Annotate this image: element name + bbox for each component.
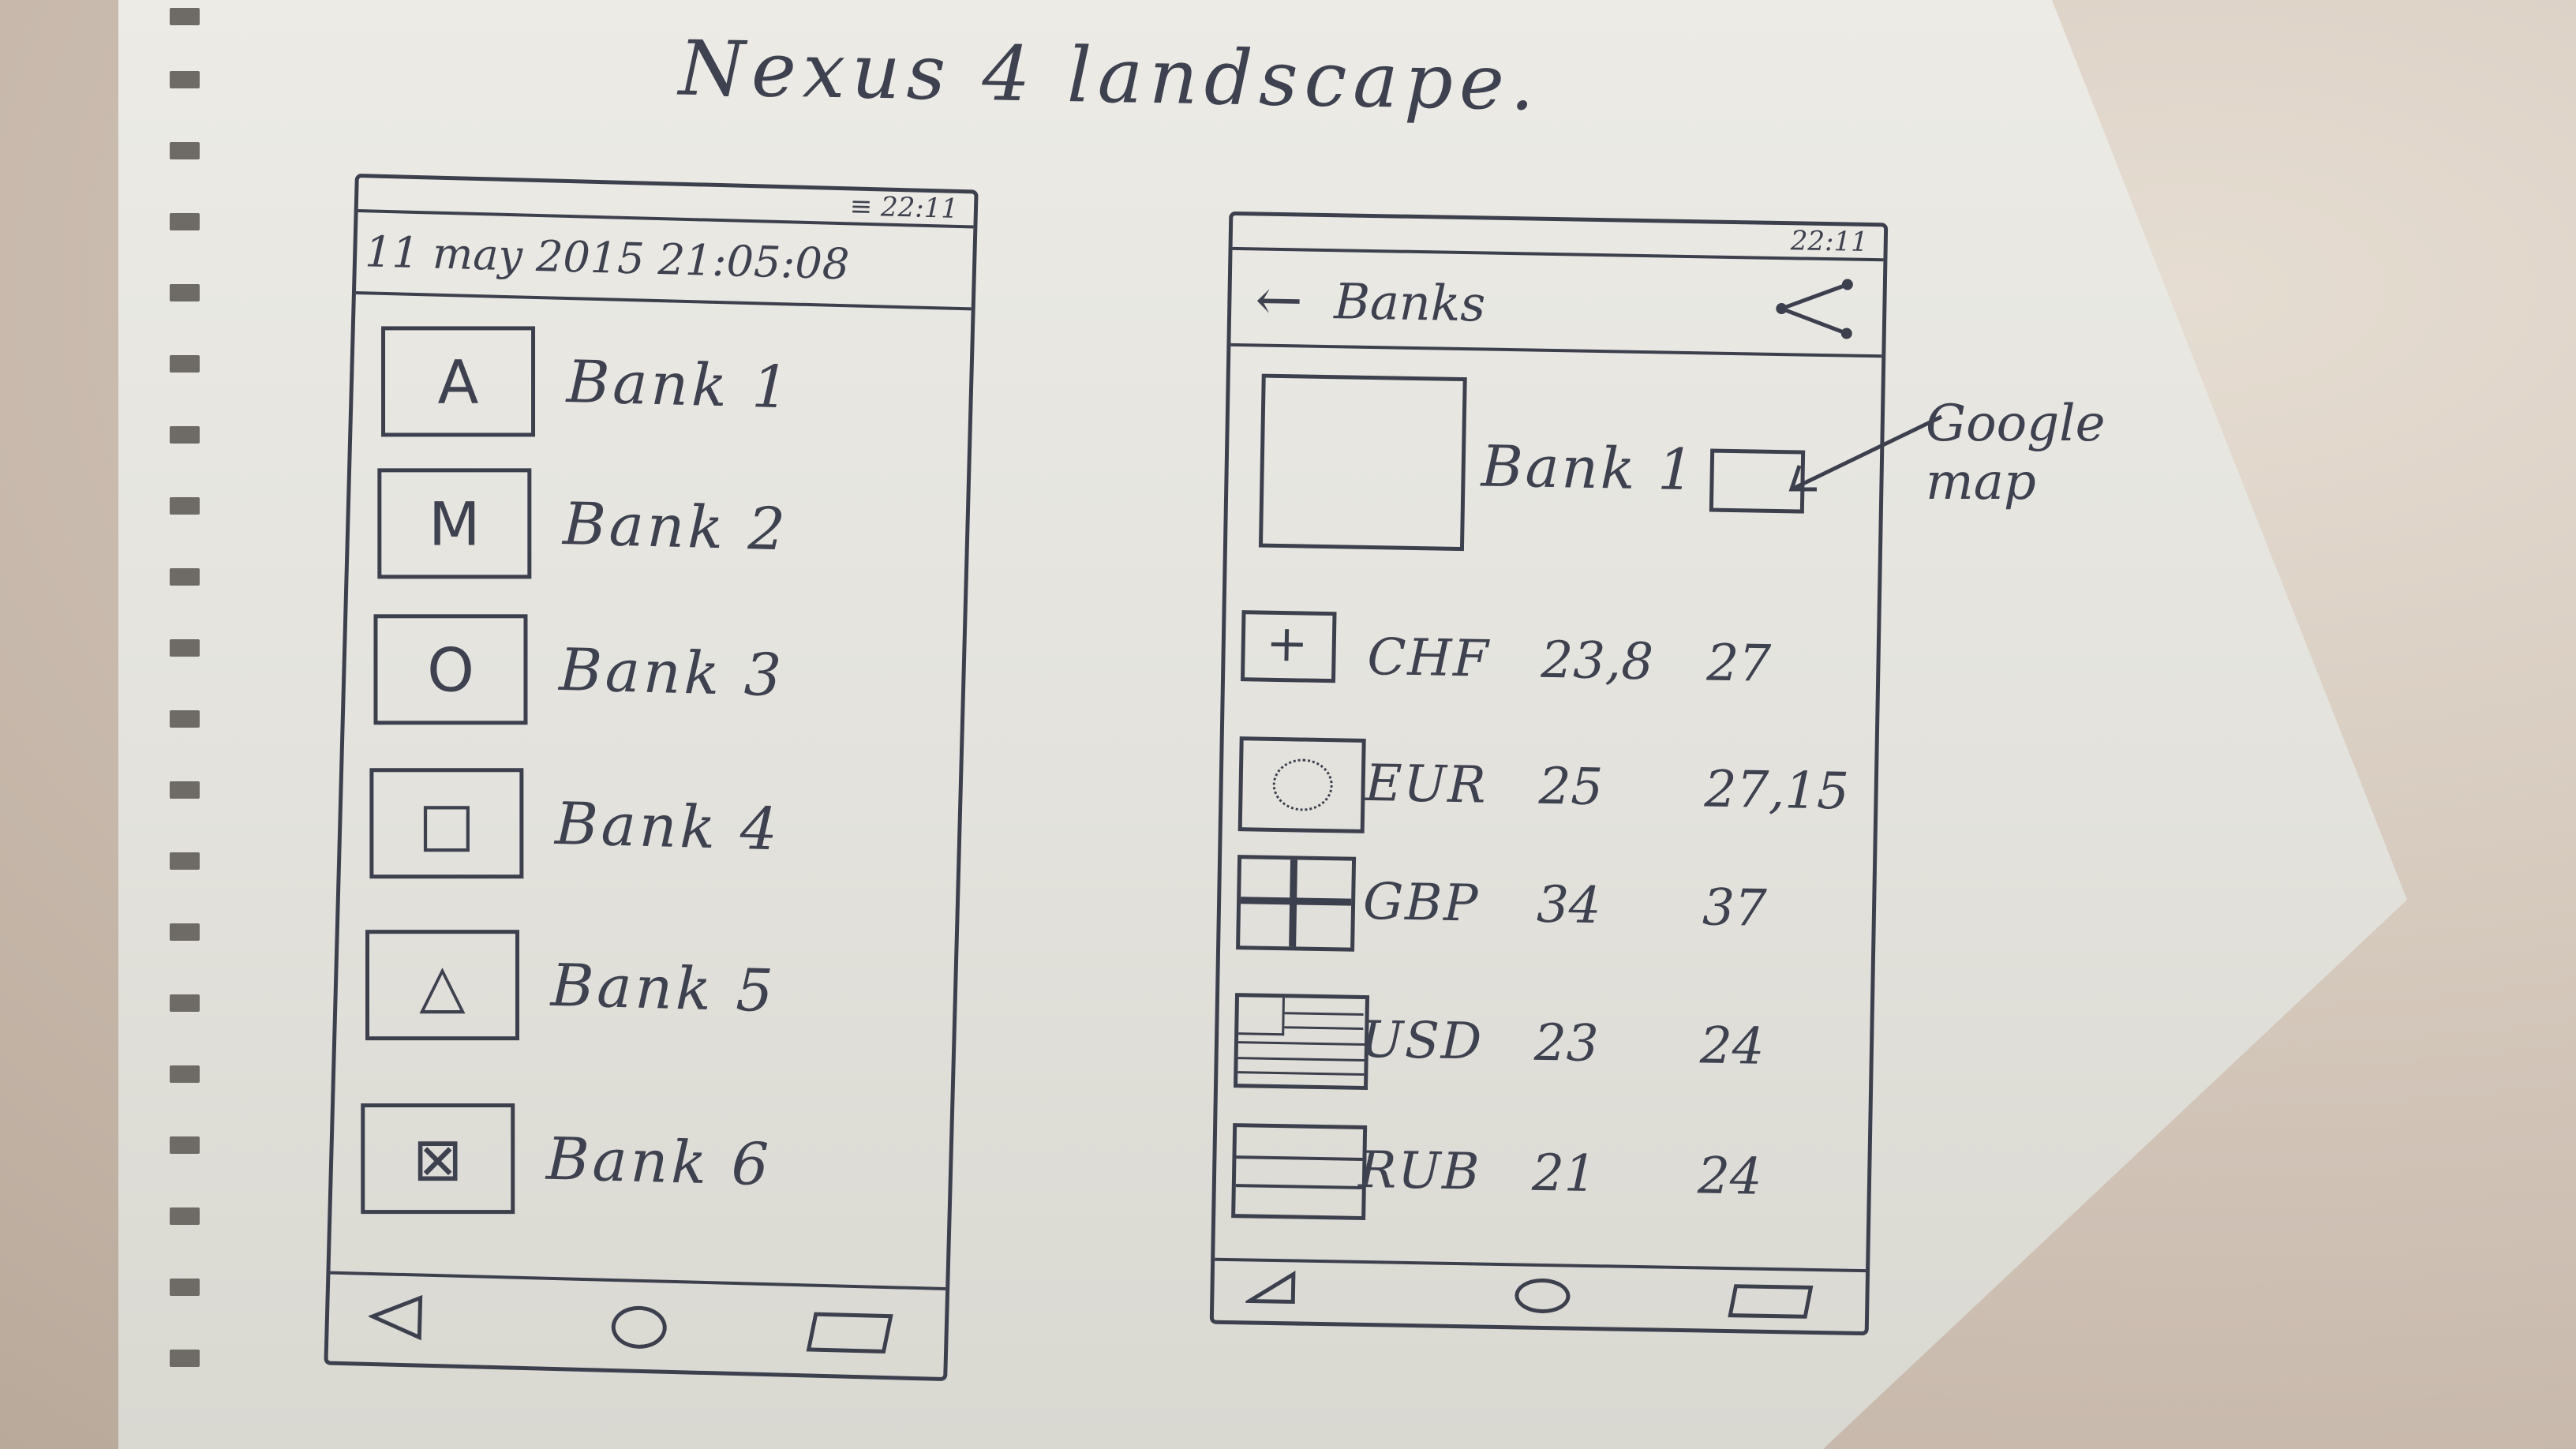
nav-recents-icon[interactable]: [1728, 1284, 1814, 1319]
bank-logo: O: [373, 614, 528, 725]
date-header: 11 may 2015 21:05:08: [355, 212, 974, 311]
bank-list-item[interactable]: □ Bank 4: [357, 758, 944, 891]
bank-name: Bank 3: [558, 635, 786, 710]
bank-name: Bank 4: [554, 789, 782, 864]
annotation-arrow: [1788, 414, 1943, 492]
rate-row: EUR 25 27,15: [1237, 728, 1866, 850]
map-annotation-line: Google: [1926, 395, 2106, 453]
google-map-annotation: Google map: [1926, 395, 2106, 511]
back-arrow-icon[interactable]: ←: [1255, 266, 1304, 333]
map-annotation-line: map: [1926, 453, 2036, 511]
chf-flag-icon: [1240, 610, 1337, 683]
buy-rate: 34: [1536, 875, 1602, 936]
sketch-title: Nexus 4 landscape.: [678, 24, 1542, 128]
currency-code: RUB: [1357, 1140, 1481, 1202]
bank-logo: A: [381, 326, 536, 437]
nav-bar: [328, 1271, 946, 1377]
app-bar-title: Banks: [1333, 272, 1486, 333]
nav-back-icon[interactable]: [1245, 1269, 1301, 1309]
bank-logo: ⊠: [361, 1103, 515, 1215]
bank-name: Bank 6: [545, 1125, 773, 1200]
bank-detail-name: Bank 1: [1481, 432, 1698, 504]
rate-row: USD 23 24: [1233, 985, 1863, 1106]
bank-logo: □: [369, 768, 524, 879]
currency-code: CHF: [1366, 627, 1491, 689]
currency-code: USD: [1360, 1010, 1484, 1072]
currency-code: EUR: [1365, 754, 1488, 815]
rate-row: GBP 34 37: [1236, 847, 1865, 968]
gbp-flag-icon: [1236, 855, 1357, 952]
nav-home-icon[interactable]: [611, 1305, 668, 1350]
sell-rate: 37: [1702, 878, 1768, 938]
sell-rate: 24: [1697, 1147, 1763, 1207]
bank-list-item[interactable]: O Bank 3: [361, 604, 948, 737]
nav-recents-icon[interactable]: [806, 1312, 893, 1354]
bank-logo: M: [377, 468, 532, 579]
bank-list-item[interactable]: △ Bank 5: [352, 919, 939, 1053]
app-bar: ← Banks: [1230, 249, 1884, 358]
rate-row: CHF 23,8 27: [1240, 602, 1869, 724]
bank-list-item[interactable]: ⊠ Bank 6: [347, 1093, 934, 1226]
rate-row: RUB 21 24: [1231, 1115, 1860, 1237]
bank-list-item[interactable]: A Bank 1: [368, 316, 955, 450]
sell-rate: 27,15: [1704, 760, 1850, 822]
bank-name: Bank 1: [565, 348, 793, 422]
nav-home-icon[interactable]: [1514, 1278, 1571, 1314]
bank-photo: [1258, 373, 1467, 552]
nav-back-icon[interactable]: [368, 1293, 425, 1342]
nav-bar: [1213, 1257, 1866, 1332]
buy-rate: 23,8: [1540, 631, 1654, 692]
buy-rate: 23: [1533, 1013, 1600, 1074]
bank-logo: △: [365, 930, 520, 1041]
buy-rate: 25: [1538, 757, 1604, 818]
bank-list-item[interactable]: M Bank 2: [365, 458, 952, 591]
bank-name: Bank 2: [562, 489, 790, 564]
phone-bank-detail: 22:11 ← Banks Bank 1 CHF 23,8 27 EUR 25 …: [1209, 211, 1889, 1336]
sell-rate: 24: [1699, 1017, 1765, 1076]
usd-flag-icon: [1233, 993, 1370, 1091]
rub-flag-icon: [1231, 1123, 1368, 1221]
bank-name: Bank 5: [549, 951, 777, 1026]
share-icon[interactable]: [1772, 275, 1859, 340]
phone-bank-list: ≡ 22:11 11 may 2015 21:05:08 A Bank 1 M …: [324, 173, 979, 1382]
sell-rate: 27: [1705, 634, 1772, 694]
currency-code: GBP: [1362, 872, 1480, 934]
eur-flag-icon: [1237, 736, 1366, 833]
buy-rate: 21: [1531, 1144, 1597, 1204]
binder-holes: [130, 8, 225, 1428]
